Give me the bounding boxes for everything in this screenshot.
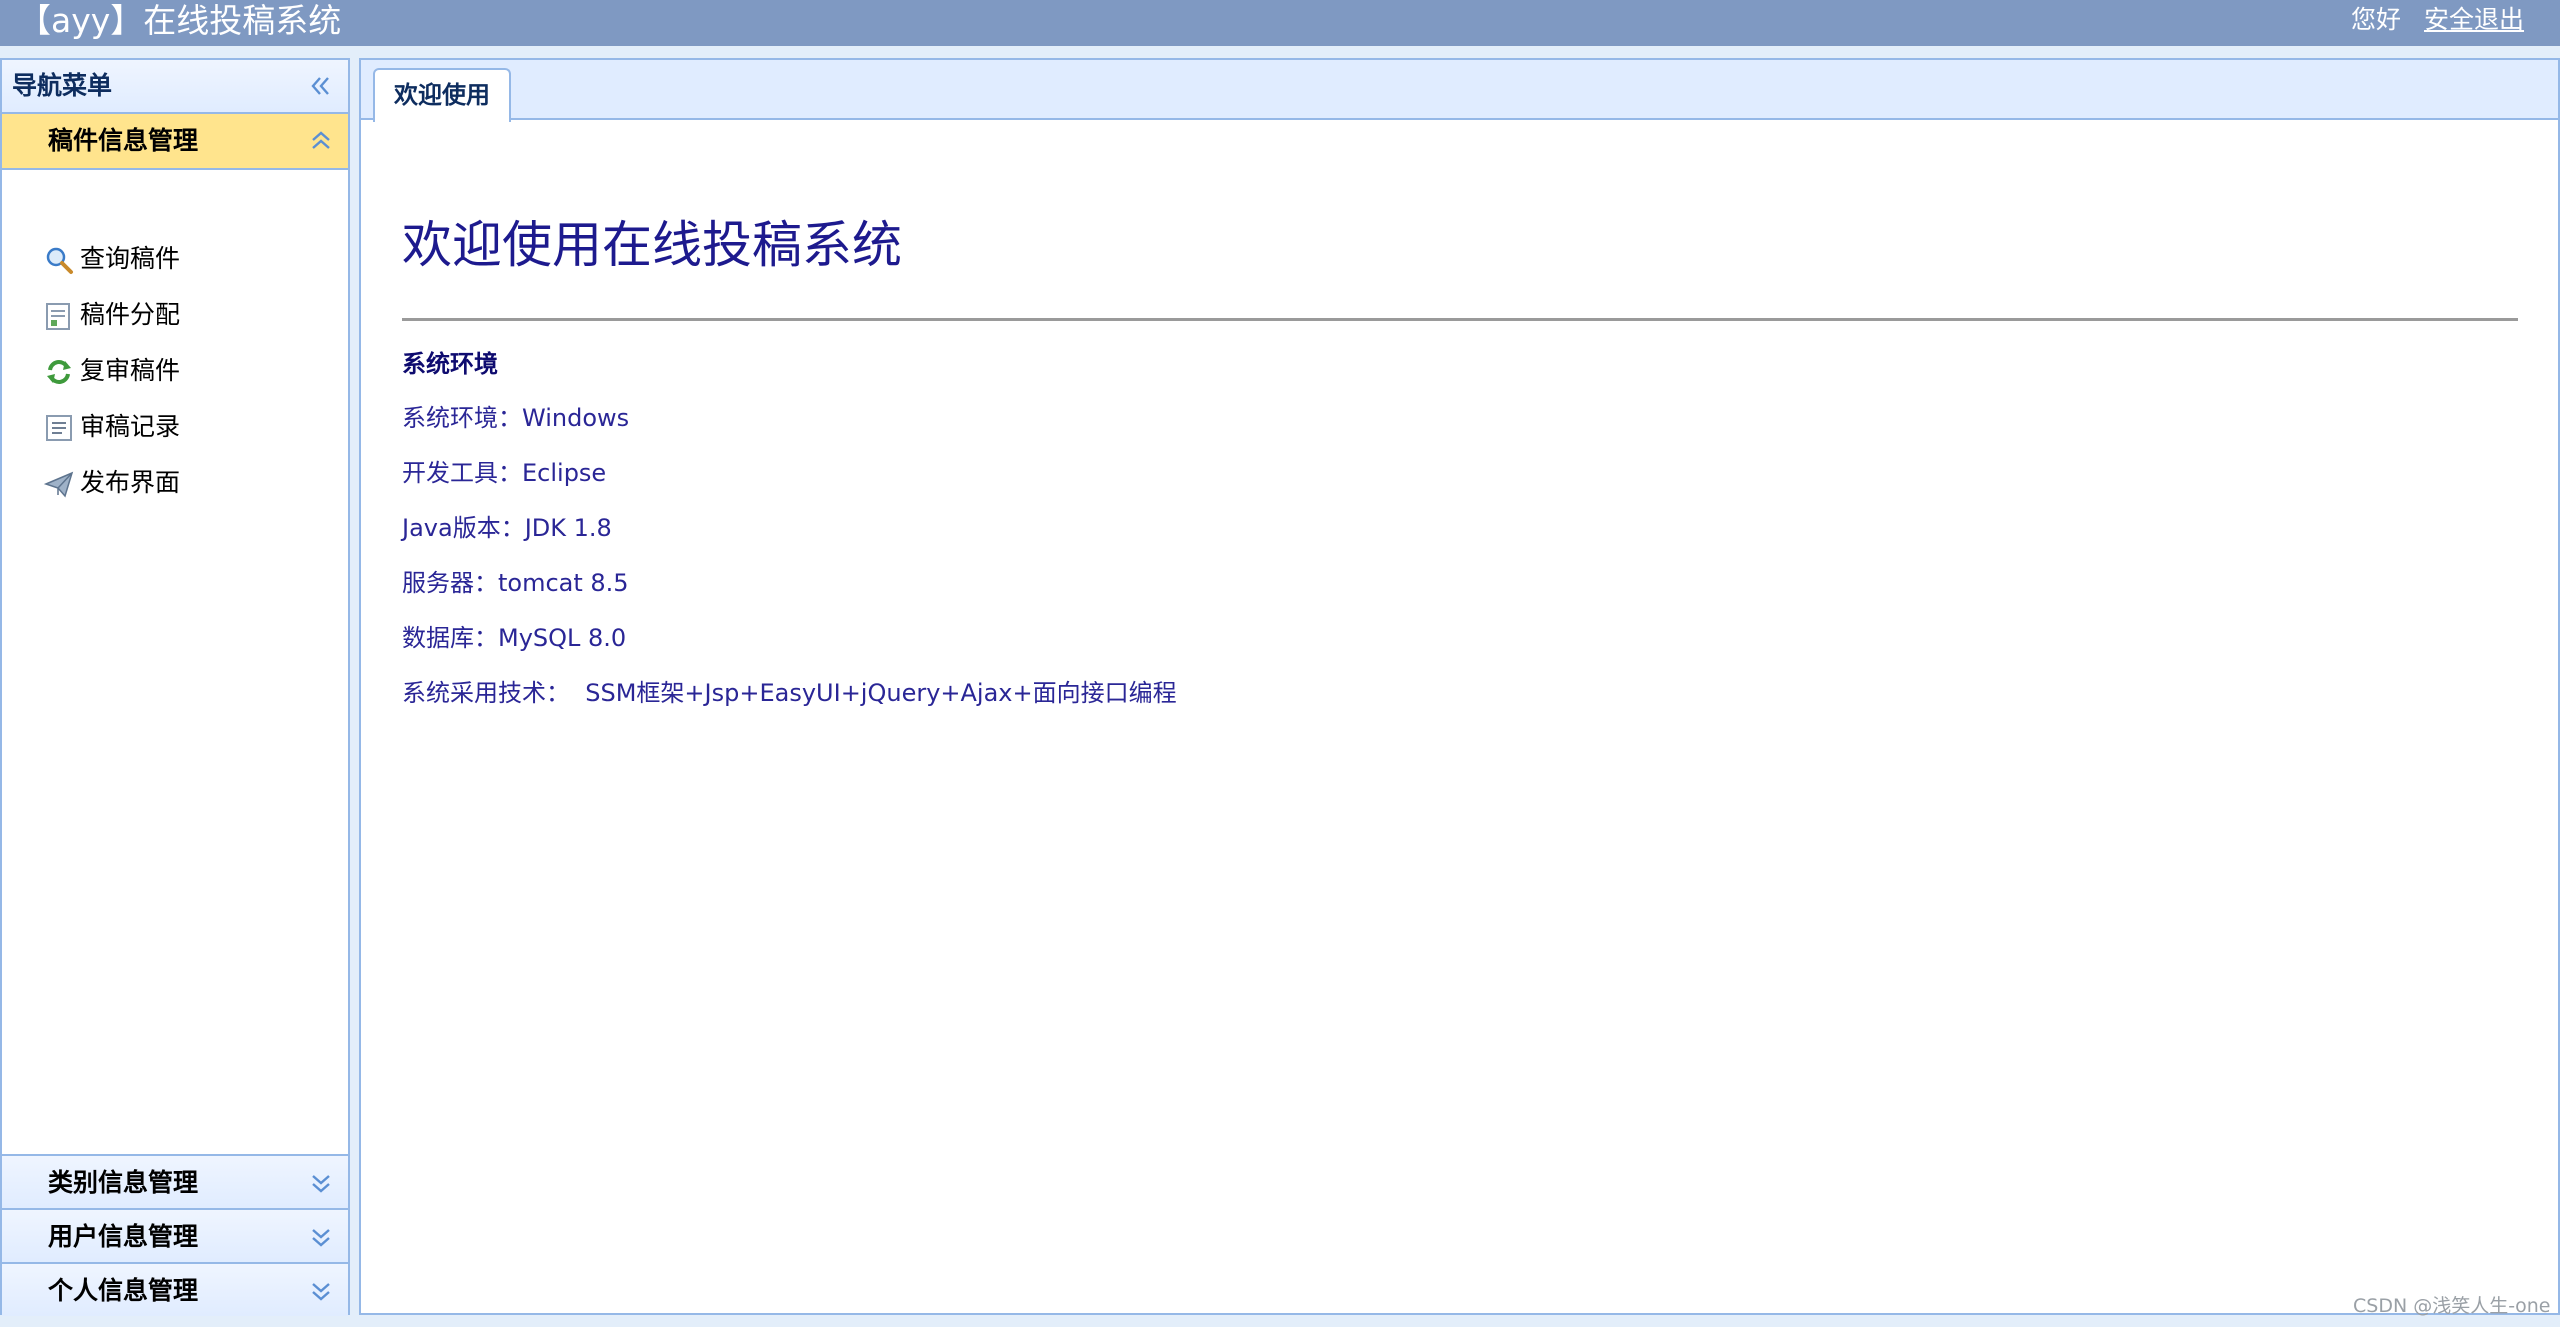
nav-panel-title: 导航菜单 (12, 71, 113, 100)
menu-item-review-manuscript[interactable]: 复审稿件 (44, 351, 324, 391)
horizontal-divider (402, 318, 2518, 321)
nav-panel-header: 导航菜单 (2, 60, 348, 114)
group-label: 稿件信息管理 (48, 126, 199, 155)
menu-label: 查询稿件 (80, 244, 181, 273)
record-list-icon (46, 415, 72, 441)
menu-label: 审稿记录 (80, 412, 181, 441)
chevron-double-up-icon[interactable] (308, 128, 334, 154)
menu-label: 稿件分配 (80, 300, 181, 329)
menu-label: 复审稿件 (80, 356, 181, 385)
chevron-double-down-icon[interactable] (308, 1170, 334, 1196)
group-user-management[interactable]: 用户信息管理 (2, 1208, 348, 1262)
menu-item-query-manuscript[interactable]: 查询稿件 (44, 239, 324, 279)
info-technologies: 系统采用技术： SSM框架+Jsp+EasyUI+jQuery+Ajax+面向接… (402, 679, 1177, 707)
group-category-management[interactable]: 类别信息管理 (2, 1154, 348, 1208)
collapse-left-icon[interactable] (308, 73, 334, 99)
group-personal-info-management[interactable]: 个人信息管理 (2, 1262, 348, 1316)
greeting-text: 您好 (2351, 5, 2402, 34)
main-content-panel: 欢迎使用 欢迎使用在线投稿系统 系统环境 系统环境：Windows 开发工具：E… (359, 58, 2560, 1315)
menu-label: 发布界面 (80, 468, 181, 497)
tab-welcome[interactable]: 欢迎使用 (373, 68, 511, 122)
app-title: 【ayy】在线投稿系统 (18, 1, 342, 40)
welcome-title: 欢迎使用在线投稿系统 (402, 216, 902, 274)
group-label: 用户信息管理 (48, 1222, 199, 1251)
info-dev-tool: 开发工具：Eclipse (402, 459, 607, 487)
info-java-version: Java版本：JDK 1.8 (402, 514, 612, 542)
watermark: CSDN @浅笑人生-one (2353, 1295, 2551, 1317)
info-server: 服务器：tomcat 8.5 (402, 569, 629, 597)
tab-strip: 欢迎使用 (361, 60, 2558, 122)
menu-item-assign-manuscript[interactable]: 稿件分配 (44, 295, 324, 335)
assign-document-icon (46, 303, 70, 330)
section-heading: 系统环境 (402, 350, 498, 378)
group-label: 个人信息管理 (48, 1276, 199, 1305)
tab-label: 欢迎使用 (394, 81, 490, 109)
logout-link[interactable]: 安全退出 (2424, 0, 2524, 40)
navigation-sidebar: 导航菜单 稿件信息管理 查询稿件 稿件分配 复审稿件 审稿记录 发布界面 类别信… (0, 58, 350, 1316)
menu-item-publish-page[interactable]: 发布界面 (44, 463, 324, 503)
group-label: 类别信息管理 (48, 1168, 199, 1197)
refresh-review-icon (47, 360, 71, 384)
info-database: 数据库：MySQL 8.0 (402, 624, 627, 652)
group-manuscript-management[interactable]: 稿件信息管理 (2, 114, 348, 170)
top-header: 【ayy】在线投稿系统 您好 安全退出 (0, 0, 2560, 46)
chevron-double-down-icon[interactable] (308, 1224, 334, 1250)
chevron-double-down-icon[interactable] (308, 1278, 334, 1304)
search-icon (46, 247, 73, 274)
info-os: 系统环境：Windows (402, 404, 630, 432)
menu-item-review-records[interactable]: 审稿记录 (44, 407, 324, 447)
send-paper-plane-icon (44, 471, 74, 498)
